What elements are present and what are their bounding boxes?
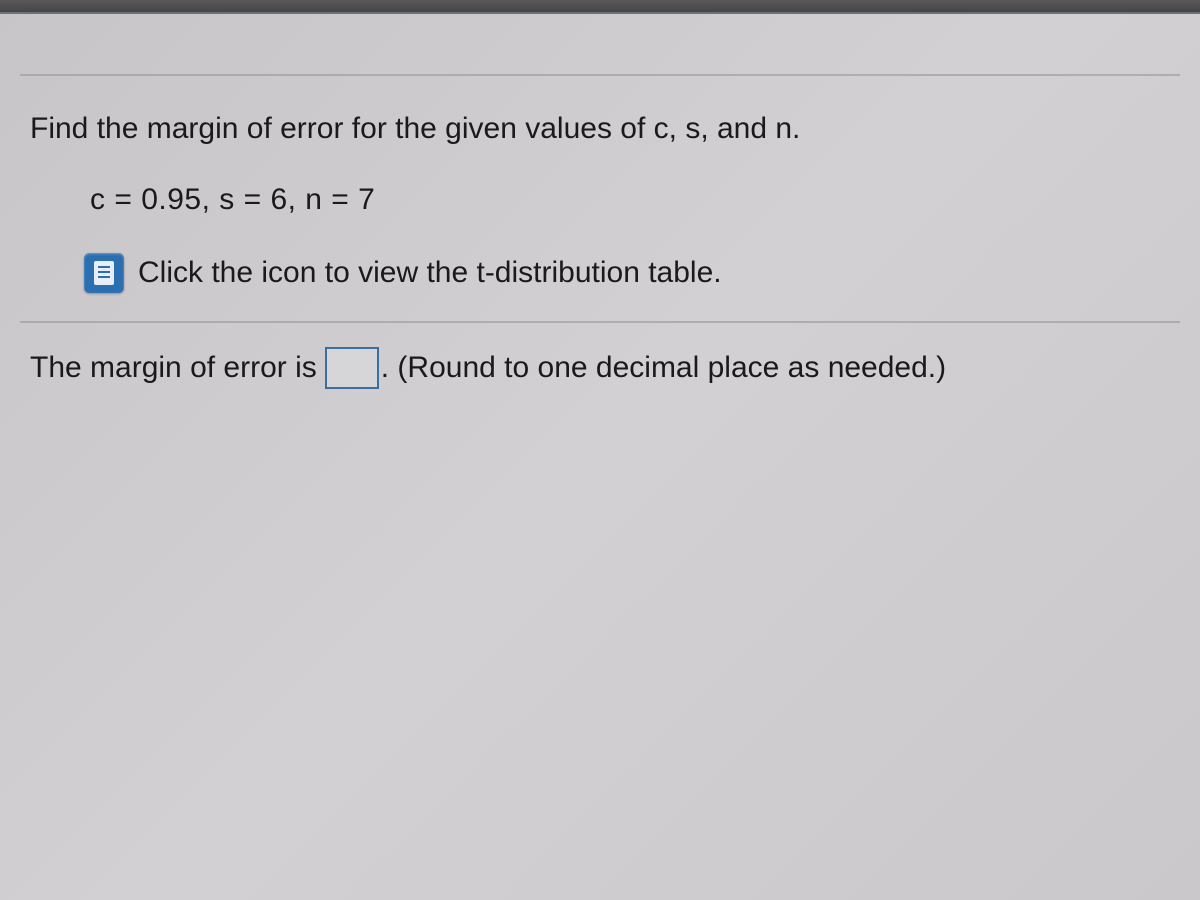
divider-top — [20, 74, 1180, 76]
table-icon[interactable] — [84, 253, 124, 293]
margin-of-error-input[interactable] — [325, 347, 379, 389]
document-list-icon — [90, 259, 118, 287]
answer-prefix: The margin of error is — [30, 351, 317, 385]
question-block: Find the margin of error for the given v… — [0, 76, 1200, 293]
content-area: Find the margin of error for the given v… — [0, 74, 1200, 389]
window-top-bar — [0, 0, 1200, 14]
answer-row: The margin of error is . (Round to one d… — [0, 323, 1200, 389]
answer-suffix: . (Round to one decimal place as needed.… — [381, 351, 946, 385]
question-prompt: Find the margin of error for the given v… — [30, 106, 1170, 151]
question-values: c = 0.95, s = 6, n = 7 — [90, 183, 1170, 217]
divider-mid — [20, 321, 1180, 323]
t-table-link-text[interactable]: Click the icon to view the t-distributio… — [138, 256, 722, 290]
t-table-link-row: Click the icon to view the t-distributio… — [84, 253, 1170, 293]
